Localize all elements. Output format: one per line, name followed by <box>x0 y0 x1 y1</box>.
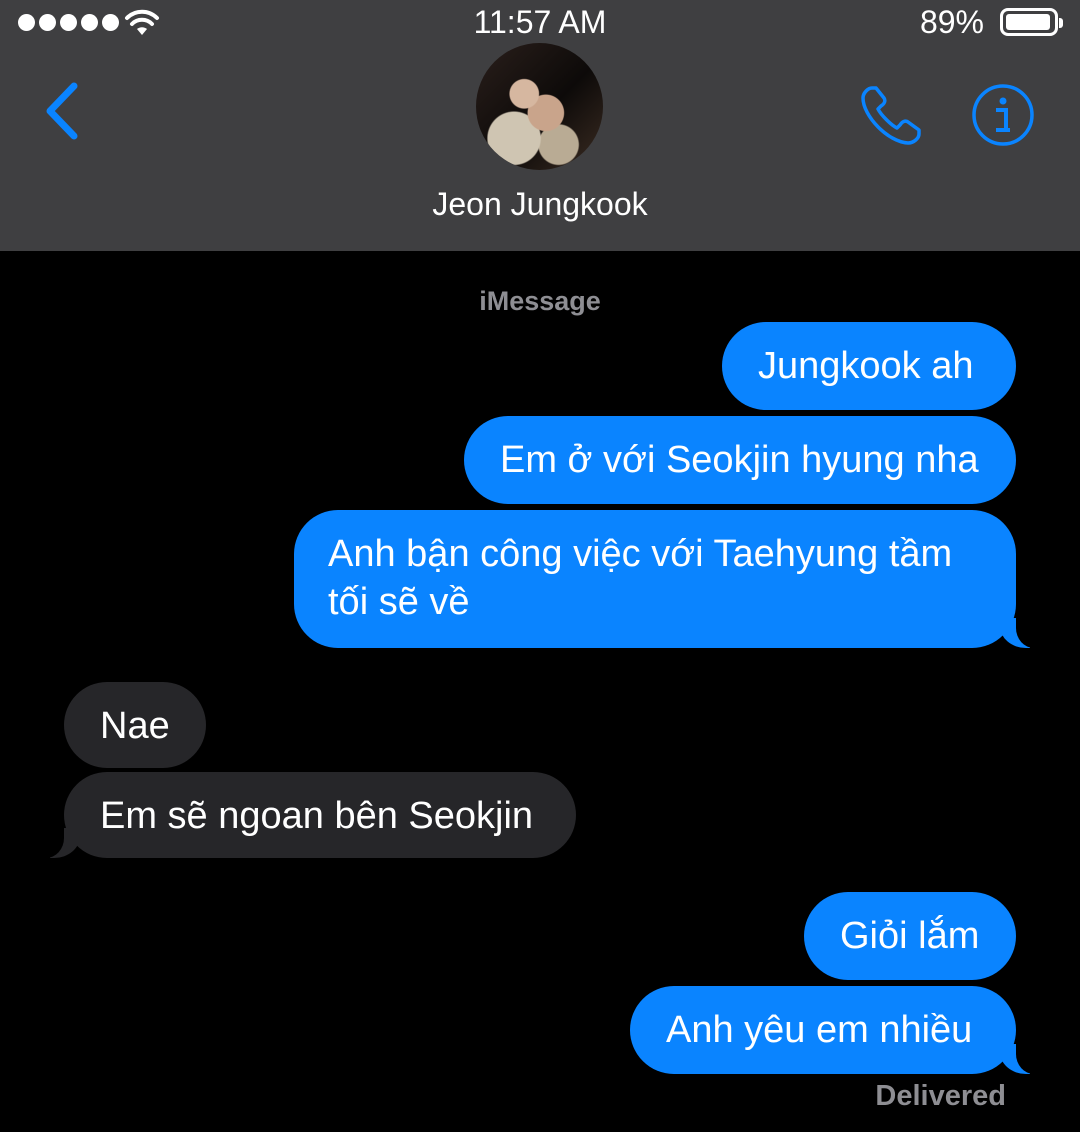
message-text: Em sẽ ngoan bên Seokjin <box>100 795 534 837</box>
message-text: Jungkook ah <box>758 345 974 387</box>
battery-percent: 89% <box>919 4 984 40</box>
message-text-line: tối sẽ về <box>328 581 470 623</box>
message-bubble-received[interactable]: Nae <box>64 682 206 768</box>
message-text: Giỏi lắm <box>840 915 980 957</box>
message-bubble-sent[interactable]: Em ở với Seokjin hyung nha <box>464 416 1016 504</box>
status-time: 11:57 AM <box>473 4 607 40</box>
status-bar: 11:57 AM 89% <box>0 0 1080 46</box>
phone-icon[interactable] <box>858 82 926 148</box>
battery-icon <box>1000 8 1063 36</box>
message-bubble-sent[interactable]: Anh yêu em nhiều <box>630 986 1042 1074</box>
service-label: iMessage <box>479 286 601 316</box>
message-bubble-sent[interactable]: Jungkook ah <box>722 322 1016 410</box>
message-text: Anh yêu em nhiều <box>666 1009 973 1051</box>
chevron-left-icon[interactable] <box>40 80 84 142</box>
message-text: Em ở với Seokjin hyung nha <box>500 439 979 481</box>
message-bubble-received[interactable]: Em sẽ ngoan bên Seokjin <box>38 772 576 858</box>
message-bubble-sent[interactable]: Giỏi lắm <box>804 892 1016 980</box>
delivery-status: Delivered <box>875 1080 1006 1112</box>
message-text: Nae <box>100 705 170 747</box>
contact-avatar[interactable] <box>476 43 603 170</box>
contact-name[interactable]: Jeon Jungkook <box>0 186 1080 223</box>
message-text-line: Anh bận công việc với Taehyung tầm <box>328 533 953 575</box>
info-icon[interactable] <box>970 82 1036 148</box>
message-bubble-sent[interactable]: Anh bận công việc với Taehyung tầm tối s… <box>294 510 1042 648</box>
conversation-header: 11:57 AM 89% Jeon Jungkook <box>0 0 1080 251</box>
